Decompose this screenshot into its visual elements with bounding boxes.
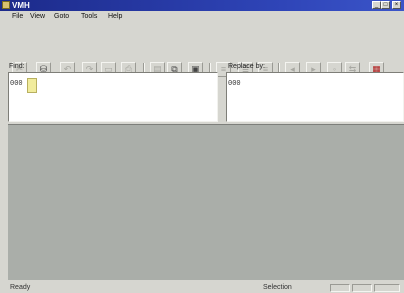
status-cell [352,284,372,292]
results-area[interactable] [8,124,404,280]
status-bar: Ready Selection [0,282,404,293]
menu-view[interactable]: View [30,12,45,21]
cursor-highlight [27,78,37,93]
status-ready: Ready [10,284,31,291]
minimize-icon[interactable]: _ [372,1,381,9]
menu-file[interactable]: File [12,12,23,21]
menu-bar: File View Goto Tools Help [0,11,404,22]
status-cell [374,284,400,292]
title-bar[interactable]: VMH _ □ × [0,0,404,11]
status-cell [330,284,350,292]
menu-tools[interactable]: Tools [81,12,97,21]
find-field[interactable]: 000 [8,72,218,122]
replace-value: 000 [228,80,241,88]
window-title: VMH [12,1,30,10]
maximize-icon[interactable]: □ [381,1,390,9]
replace-field[interactable]: 000 [226,72,404,122]
find-label: Find: [9,63,25,70]
close-icon[interactable]: × [392,1,401,9]
menu-goto[interactable]: Goto [54,12,69,21]
status-selection: Selection [263,284,292,291]
replace-label: Replace by: [228,63,265,70]
menu-help[interactable]: Help [108,12,122,21]
find-value: 000 [10,80,23,88]
app-icon [2,1,10,9]
app-window: VMH _ □ × File View Goto Tools Help ✂ ⛁ … [0,0,404,293]
toolbar: ✂ ⛁ ↶ ↷ ▭ ⎙ ▤ ⧉ ▣ ≡ ≣ ≡ ◂ ▸ ◦ ⇆ ▦ [0,22,404,77]
